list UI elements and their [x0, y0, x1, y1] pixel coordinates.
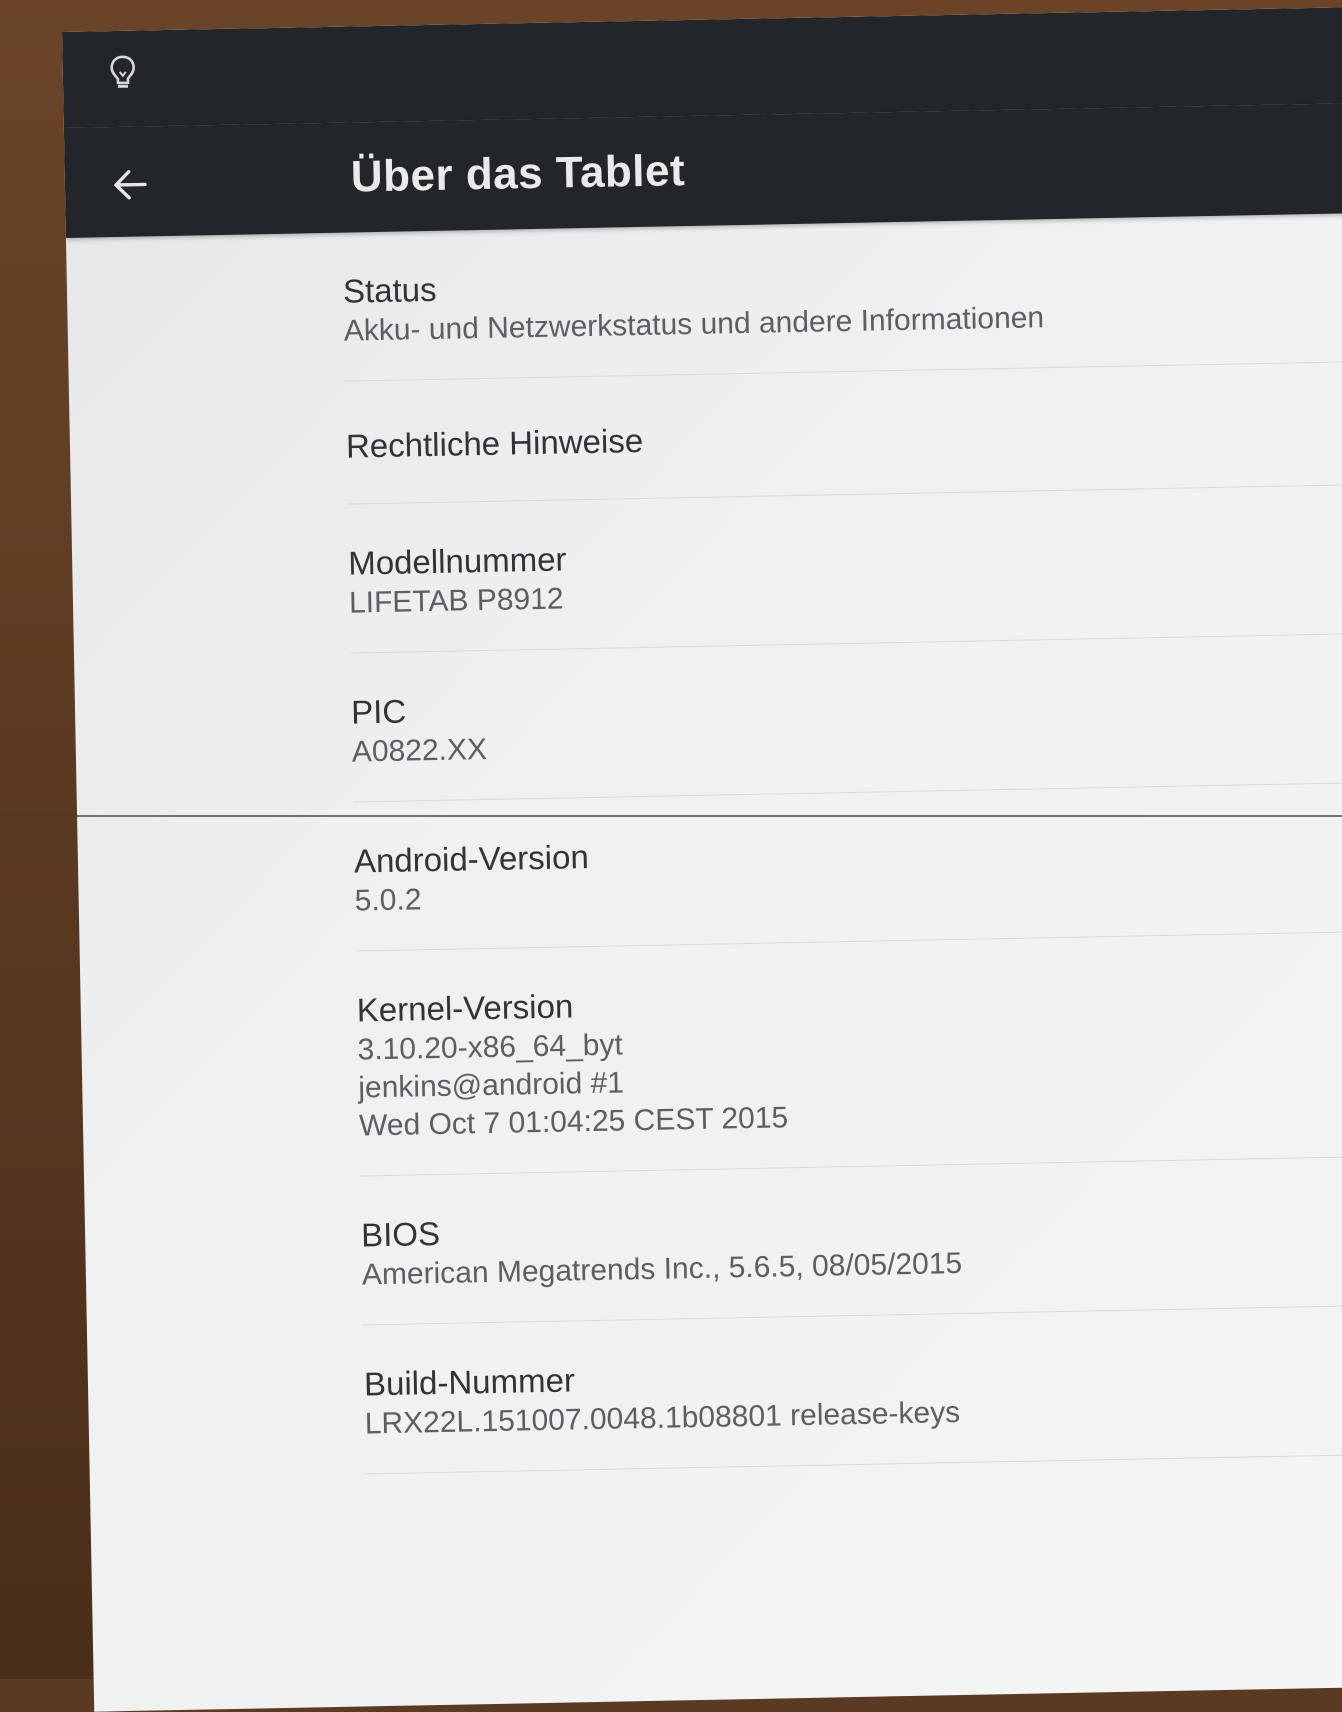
list-item-android-version[interactable]: Android-Version 5.0.2 [352, 782, 1342, 952]
item-title: Rechtliche Hinweise [345, 421, 644, 465]
page-title: Über das Tablet [350, 146, 686, 202]
list-item-pic[interactable]: PIC A0822.XX [349, 633, 1342, 803]
settings-list: Status Akku- und Netzwerkstatus und ande… [66, 213, 1342, 1480]
arrow-left-icon[interactable] [106, 160, 155, 209]
list-item-bios[interactable]: BIOS American Megatrends Inc., 5.6.5, 08… [360, 1156, 1342, 1326]
list-item-build-number[interactable]: Build-Nummer LRX22L.151007.0048.1b08801 … [362, 1305, 1342, 1475]
list-item-model-number[interactable]: Modellnummer LIFETAB P8912 [347, 484, 1342, 654]
list-item-legal[interactable]: Rechtliche Hinweise [344, 361, 1342, 505]
tablet-screen: Über das Tablet Status Akku- und Netzwer… [62, 7, 1342, 1712]
screen-scratch-line [0, 815, 1342, 817]
list-item-status[interactable]: Status Akku- und Netzwerkstatus und ande… [341, 213, 1342, 382]
lightbulb-icon [110, 55, 135, 88]
list-item-kernel-version[interactable]: Kernel-Version 3.10.20-x86_64_byt jenkin… [355, 931, 1342, 1177]
item-subtitle: 3.10.20-x86_64_byt jenkins@android #1 We… [357, 1028, 789, 1143]
